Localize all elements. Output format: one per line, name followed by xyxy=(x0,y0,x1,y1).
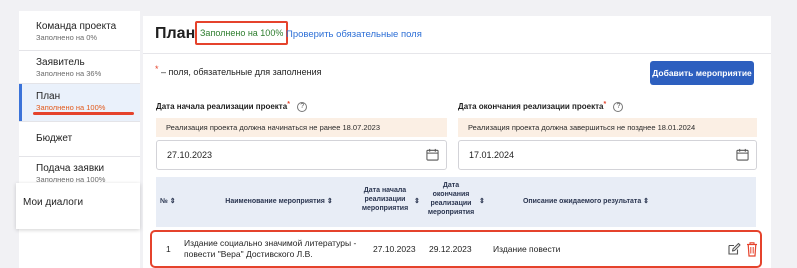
required-star: * xyxy=(603,101,607,109)
sidebar-item-status: Заполнено на 36% xyxy=(36,69,102,78)
sidebar-item-submit[interactable]: Подача заявки Заполнено на 100% xyxy=(19,163,140,185)
sidebar-item-label: Бюджет xyxy=(36,133,73,144)
sidebar: Команда проекта Заполнено на 0% Заявител… xyxy=(19,11,140,268)
calendar-icon[interactable] xyxy=(736,148,749,161)
calendar-icon[interactable] xyxy=(426,148,439,161)
sidebar-item-team[interactable]: Команда проекта Заполнено на 0% xyxy=(19,21,140,43)
help-icon[interactable]: ? xyxy=(297,102,308,112)
required-star: * xyxy=(155,64,159,74)
end-date-value: 17.01.2024 xyxy=(469,150,515,160)
panel-header: План Заполнено на 100% Проверить обязате… xyxy=(143,16,771,54)
cell-name: Издание социально значимой литературы - … xyxy=(184,238,357,259)
active-indicator xyxy=(33,112,134,115)
sidebar-item-budget[interactable]: Бюджет xyxy=(19,133,140,145)
sidebar-item-plan[interactable]: План Заполнено на 100% xyxy=(19,84,140,121)
start-date-value: 27.10.2023 xyxy=(167,150,213,160)
column-header-result[interactable]: Описание ожидаемого результата ⇕ xyxy=(496,197,676,206)
required-note-text: – поля, обязательные для заполнения xyxy=(161,67,322,77)
sidebar-item-label: Заявитель xyxy=(36,57,85,68)
fill-status-badge: Заполнено на 100% xyxy=(195,21,289,45)
divider xyxy=(19,50,140,51)
column-header-number[interactable]: № ⇕ xyxy=(160,197,176,206)
start-date-hint: Реализация проекта должна начинаться не … xyxy=(156,118,447,137)
my-dialogs-button[interactable]: Мои диалоги xyxy=(16,183,140,229)
sidebar-item-status: Заполнено на 0% xyxy=(36,33,98,42)
sort-icon[interactable]: ⇕ xyxy=(414,197,420,206)
sidebar-item-label: План xyxy=(36,91,61,102)
sidebar-item-label: Подача заявки xyxy=(36,163,105,174)
help-icon[interactable]: ? xyxy=(613,102,624,112)
required-star: * xyxy=(287,101,290,109)
required-fields-note: * – поля, обязательные для заполнения xyxy=(155,64,322,77)
plan-panel: План Заполнено на 100% Проверить обязате… xyxy=(143,16,771,268)
column-header-start[interactable]: Дата начала реализации мероприятия xyxy=(356,186,414,213)
end-date-label-text: Дата окончания реализации проекта xyxy=(458,102,604,112)
sidebar-item-label: Команда проекта xyxy=(36,21,117,32)
table-row[interactable]: 1 Издание социально значимой литературы … xyxy=(150,230,762,268)
cell-result: Издание повести xyxy=(493,244,561,254)
cell-number: 1 xyxy=(166,244,171,254)
activities-table-header: № ⇕ Наименование мероприятия ⇕ Дата нача… xyxy=(156,177,756,227)
sidebar-item-applicant[interactable]: Заявитель Заполнено на 36% xyxy=(19,57,140,79)
end-date-label: Дата окончания реализации проекта* ? xyxy=(458,101,624,112)
divider xyxy=(19,156,140,157)
page-title: План xyxy=(155,25,196,42)
end-date-input[interactable]: 17.01.2024 xyxy=(458,140,757,170)
edit-icon[interactable] xyxy=(727,242,741,256)
cell-start-date: 27.10.2023 xyxy=(373,244,416,254)
start-date-label: Дата начала реализации проекта* ? xyxy=(156,101,308,112)
cell-end-date: 29.12.2023 xyxy=(429,244,472,254)
divider xyxy=(19,121,140,122)
column-header-name[interactable]: Наименование мероприятия ⇕ xyxy=(214,197,344,206)
start-date-input[interactable]: 27.10.2023 xyxy=(156,140,447,170)
sort-icon[interactable]: ⇕ xyxy=(479,197,485,206)
trash-icon[interactable] xyxy=(746,241,758,257)
column-header-end[interactable]: Дата окончания реализации мероприятия xyxy=(424,181,478,217)
start-date-label-text: Дата начала реализации проекта xyxy=(156,102,288,112)
add-activity-button[interactable]: Добавить мероприятие xyxy=(650,61,754,85)
end-date-hint: Реализация проекта должна завершиться не… xyxy=(458,118,757,137)
check-required-fields-link[interactable]: Проверить обязательные поля xyxy=(286,29,422,40)
